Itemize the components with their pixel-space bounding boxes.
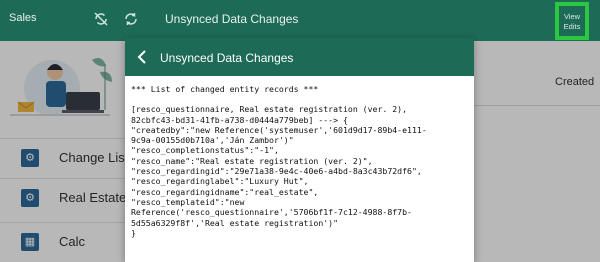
text-line: "createdby":"new Reference('systemuser',…: [131, 124, 427, 135]
sync-icon[interactable]: [123, 11, 139, 27]
text-line: "resco_regardingidname":"real_estate",: [131, 186, 319, 197]
view-edits-button[interactable]: View Edits: [555, 2, 589, 40]
text-line-blank: [131, 94, 469, 104]
app-title: Sales: [9, 12, 37, 24]
dialog-title: Unsynced Data Changes: [160, 51, 294, 65]
text-line: 5d55a6329f8f','Real estate registration'…: [131, 217, 339, 228]
text-line: "resco_name":"Real estate registration (…: [131, 155, 373, 166]
text-line: "resco_templateid":"new: [131, 196, 245, 207]
view-edits-label-2: Edits: [563, 22, 581, 31]
text-line: "resco_regardinglabel":"Luxury Hut",: [131, 176, 309, 187]
unsynced-changes-dialog: Unsynced Data Changes *** List of change…: [125, 38, 474, 262]
text-line: 82cbfc43-bd31-41fb-a738-d0444a779beb] --…: [131, 114, 348, 125]
app-top-bar: Sales Unsynced Data Changes View Edits: [0, 0, 600, 41]
back-arrow-icon[interactable]: [137, 50, 147, 64]
dialog-header: Unsynced Data Changes: [125, 38, 474, 76]
text-line: "resco_completionstatus":"-1",: [131, 145, 279, 156]
text-line: *** List of changed entity records ***: [131, 84, 319, 94]
text-line: 9c9a-00155d0b710a','Ján Zambor')": [131, 135, 294, 146]
text-line: "resco_regardingid":"29e71a38-9e4c-40e6-…: [131, 166, 422, 177]
text-line: [resco_questionnaire, Real estate regist…: [131, 104, 408, 115]
view-edits-label-1: View: [563, 12, 581, 21]
changes-text: *** List of changed entity records *** […: [131, 84, 469, 238]
text-line: }: [131, 227, 136, 238]
bar-title: Unsynced Data Changes: [165, 12, 299, 26]
text-line: Reference('resco_questionnaire','5706bf1…: [131, 207, 412, 218]
sync-off-icon[interactable]: [93, 11, 109, 27]
